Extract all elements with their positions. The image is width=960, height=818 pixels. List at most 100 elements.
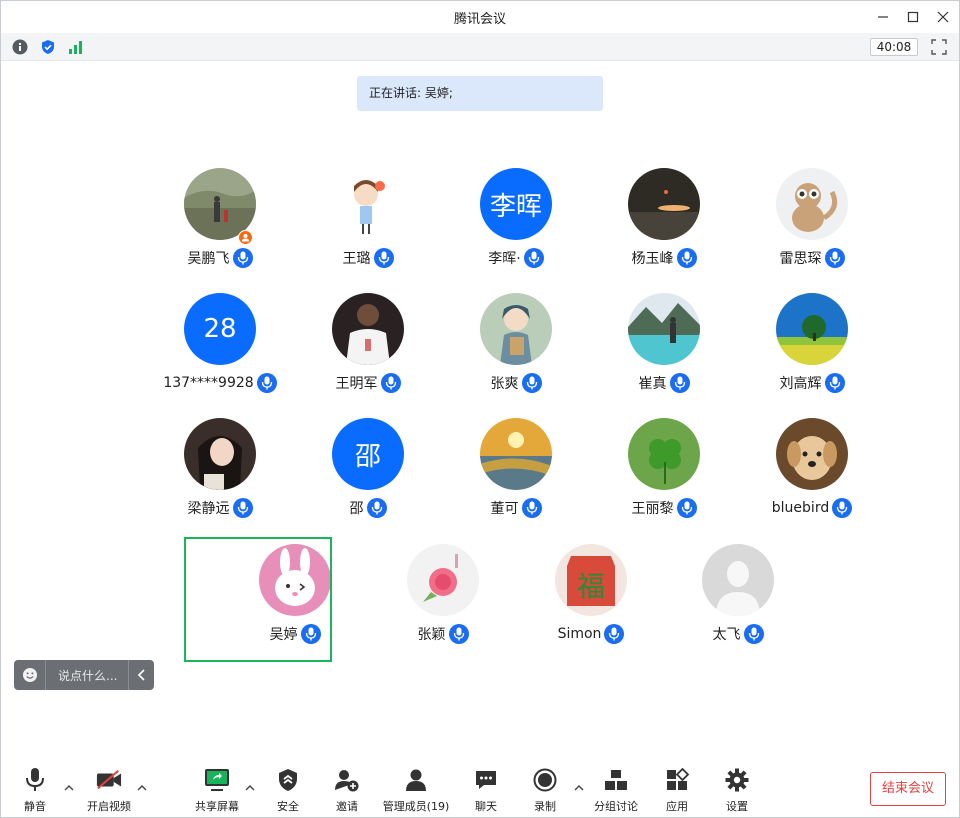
participant-name-row: 王璐 <box>295 248 441 268</box>
participant-tile[interactable]: 张颖 <box>370 544 516 664</box>
emoji-icon[interactable] <box>14 660 46 690</box>
security-button[interactable]: 安全 <box>273 767 303 815</box>
participant-tile[interactable]: 杨玉峰 <box>591 168 737 288</box>
breakout-rooms-button[interactable]: 分组讨论 <box>592 767 640 815</box>
participant-tile[interactable]: 28 137****9928 <box>147 293 293 413</box>
meeting-toolbar: 静音 开启视频 共享屏幕 安全 邀请 管理成员(19) 聊天 录制 分组讨论 应… <box>1 761 959 817</box>
microphone-icon[interactable] <box>676 248 697 268</box>
info-icon[interactable] <box>11 38 29 56</box>
participant-tile[interactable]: 雷思琛 <box>739 168 885 288</box>
participant-name: 董可 <box>490 501 519 517</box>
avatar <box>702 544 774 616</box>
microphone-icon[interactable] <box>676 498 697 518</box>
chat-bubble: 说点什么... <box>14 660 154 690</box>
gear-icon <box>724 767 750 793</box>
security-shield-icon[interactable] <box>39 38 57 56</box>
participant-tile[interactable]: 李晖李晖· <box>443 168 589 288</box>
chat-input[interactable]: 说点什么... <box>46 667 128 684</box>
participant-name-row: 王明军 <box>295 373 441 393</box>
apps-icon <box>664 767 690 793</box>
microphone-icon[interactable] <box>669 373 690 393</box>
microphone-icon[interactable] <box>366 498 387 518</box>
participant-tile[interactable]: 王明军 <box>295 293 441 413</box>
microphone-icon[interactable] <box>832 498 853 518</box>
microphone-icon[interactable] <box>232 248 253 268</box>
participant-name-row: 太飞 <box>665 624 811 644</box>
settings-button[interactable]: 设置 <box>722 767 752 815</box>
participant-tile[interactable]: 王丽黎 <box>591 418 737 538</box>
network-signal-icon[interactable] <box>67 38 85 56</box>
microphone-icon[interactable] <box>743 624 764 644</box>
participant-name-row: 董可 <box>443 498 589 518</box>
mute-button[interactable]: 静音 <box>21 767 49 815</box>
fullscreen-icon[interactable] <box>930 38 948 56</box>
participant-tile[interactable]: 邵邵 <box>295 418 441 538</box>
participant-tile[interactable]: 太飞 <box>665 544 811 664</box>
shield-icon <box>275 767 301 793</box>
add-user-icon <box>334 767 360 793</box>
chevron-up-icon[interactable] <box>243 781 257 795</box>
avatar: 李晖 <box>480 168 552 240</box>
chevron-left-icon[interactable] <box>128 660 154 690</box>
end-meeting-button[interactable]: 结束会议 <box>870 772 946 806</box>
participant-tile[interactable]: 刘高辉 <box>739 293 885 413</box>
video-button[interactable]: 开启视频 <box>83 767 135 815</box>
chevron-up-icon[interactable] <box>135 781 149 795</box>
microphone-icon[interactable] <box>521 498 542 518</box>
participant-name: 邵 <box>349 501 364 517</box>
participant-name: 王璐 <box>342 251 371 267</box>
microphone-icon[interactable] <box>824 373 845 393</box>
participant-tile[interactable]: 崔真 <box>591 293 737 413</box>
microphone-icon[interactable] <box>523 248 544 268</box>
participant-name: 张爽 <box>490 376 519 392</box>
avatar <box>332 168 404 240</box>
microphone-icon[interactable] <box>232 498 253 518</box>
maximize-icon[interactable] <box>903 7 923 27</box>
participant-name-row: 杨玉峰 <box>591 248 737 268</box>
share-screen-button[interactable]: 共享屏幕 <box>193 767 241 815</box>
microphone-icon <box>22 767 48 793</box>
microphone-icon[interactable] <box>380 373 401 393</box>
avatar: 28 <box>184 293 256 365</box>
microphone-icon[interactable] <box>448 624 469 644</box>
participant-name-row: 张爽 <box>443 373 589 393</box>
participant-name: 张颖 <box>417 627 446 643</box>
speaking-indicator: 正在讲话: 吴婷; <box>357 76 603 111</box>
participant-tile[interactable]: 梁静远 <box>147 418 293 538</box>
participant-name: 太飞 <box>712 627 741 643</box>
participant-name-row: 137****9928 <box>147 373 293 393</box>
avatar <box>628 168 700 240</box>
meeting-timer: 40:08 <box>870 38 918 56</box>
participant-tile[interactable]: 吴鹏飞 <box>147 168 293 288</box>
participant-name: 杨玉峰 <box>631 251 674 267</box>
microphone-icon[interactable] <box>373 248 394 268</box>
minimize-icon[interactable] <box>873 7 893 27</box>
microphone-icon[interactable] <box>256 373 277 393</box>
participant-tile[interactable]: bluebird <box>739 418 885 538</box>
chat-button[interactable]: 聊天 <box>471 767 501 815</box>
participant-tile[interactable]: 董可 <box>443 418 589 538</box>
avatar <box>628 293 700 365</box>
apps-button[interactable]: 应用 <box>662 767 692 815</box>
participant-name-row: 邵 <box>295 498 441 518</box>
participant-tile[interactable]: 福 Simon <box>518 544 664 664</box>
record-button[interactable]: 录制 <box>530 767 560 815</box>
breakout-icon <box>603 767 629 793</box>
microphone-icon[interactable] <box>824 248 845 268</box>
manage-members-button[interactable]: 管理成员(19) <box>381 767 451 815</box>
chevron-up-icon[interactable] <box>62 781 76 795</box>
chevron-up-icon[interactable] <box>572 781 586 795</box>
microphone-icon[interactable] <box>604 624 625 644</box>
close-icon[interactable] <box>933 7 953 27</box>
avatar <box>480 418 552 490</box>
participant-name-row: 吴鹏飞 <box>147 248 293 268</box>
microphone-icon[interactable] <box>521 373 542 393</box>
invite-button[interactable]: 邀请 <box>332 767 362 815</box>
svg-text:福: 福 <box>577 570 605 603</box>
participant-tile[interactable]: 张爽 <box>443 293 589 413</box>
avatar <box>776 293 848 365</box>
avatar <box>407 544 479 616</box>
participant-tile[interactable]: 王璐 <box>295 168 441 288</box>
participant-name-row: 李晖· <box>443 248 589 268</box>
participant-name-row: bluebird <box>739 498 885 518</box>
